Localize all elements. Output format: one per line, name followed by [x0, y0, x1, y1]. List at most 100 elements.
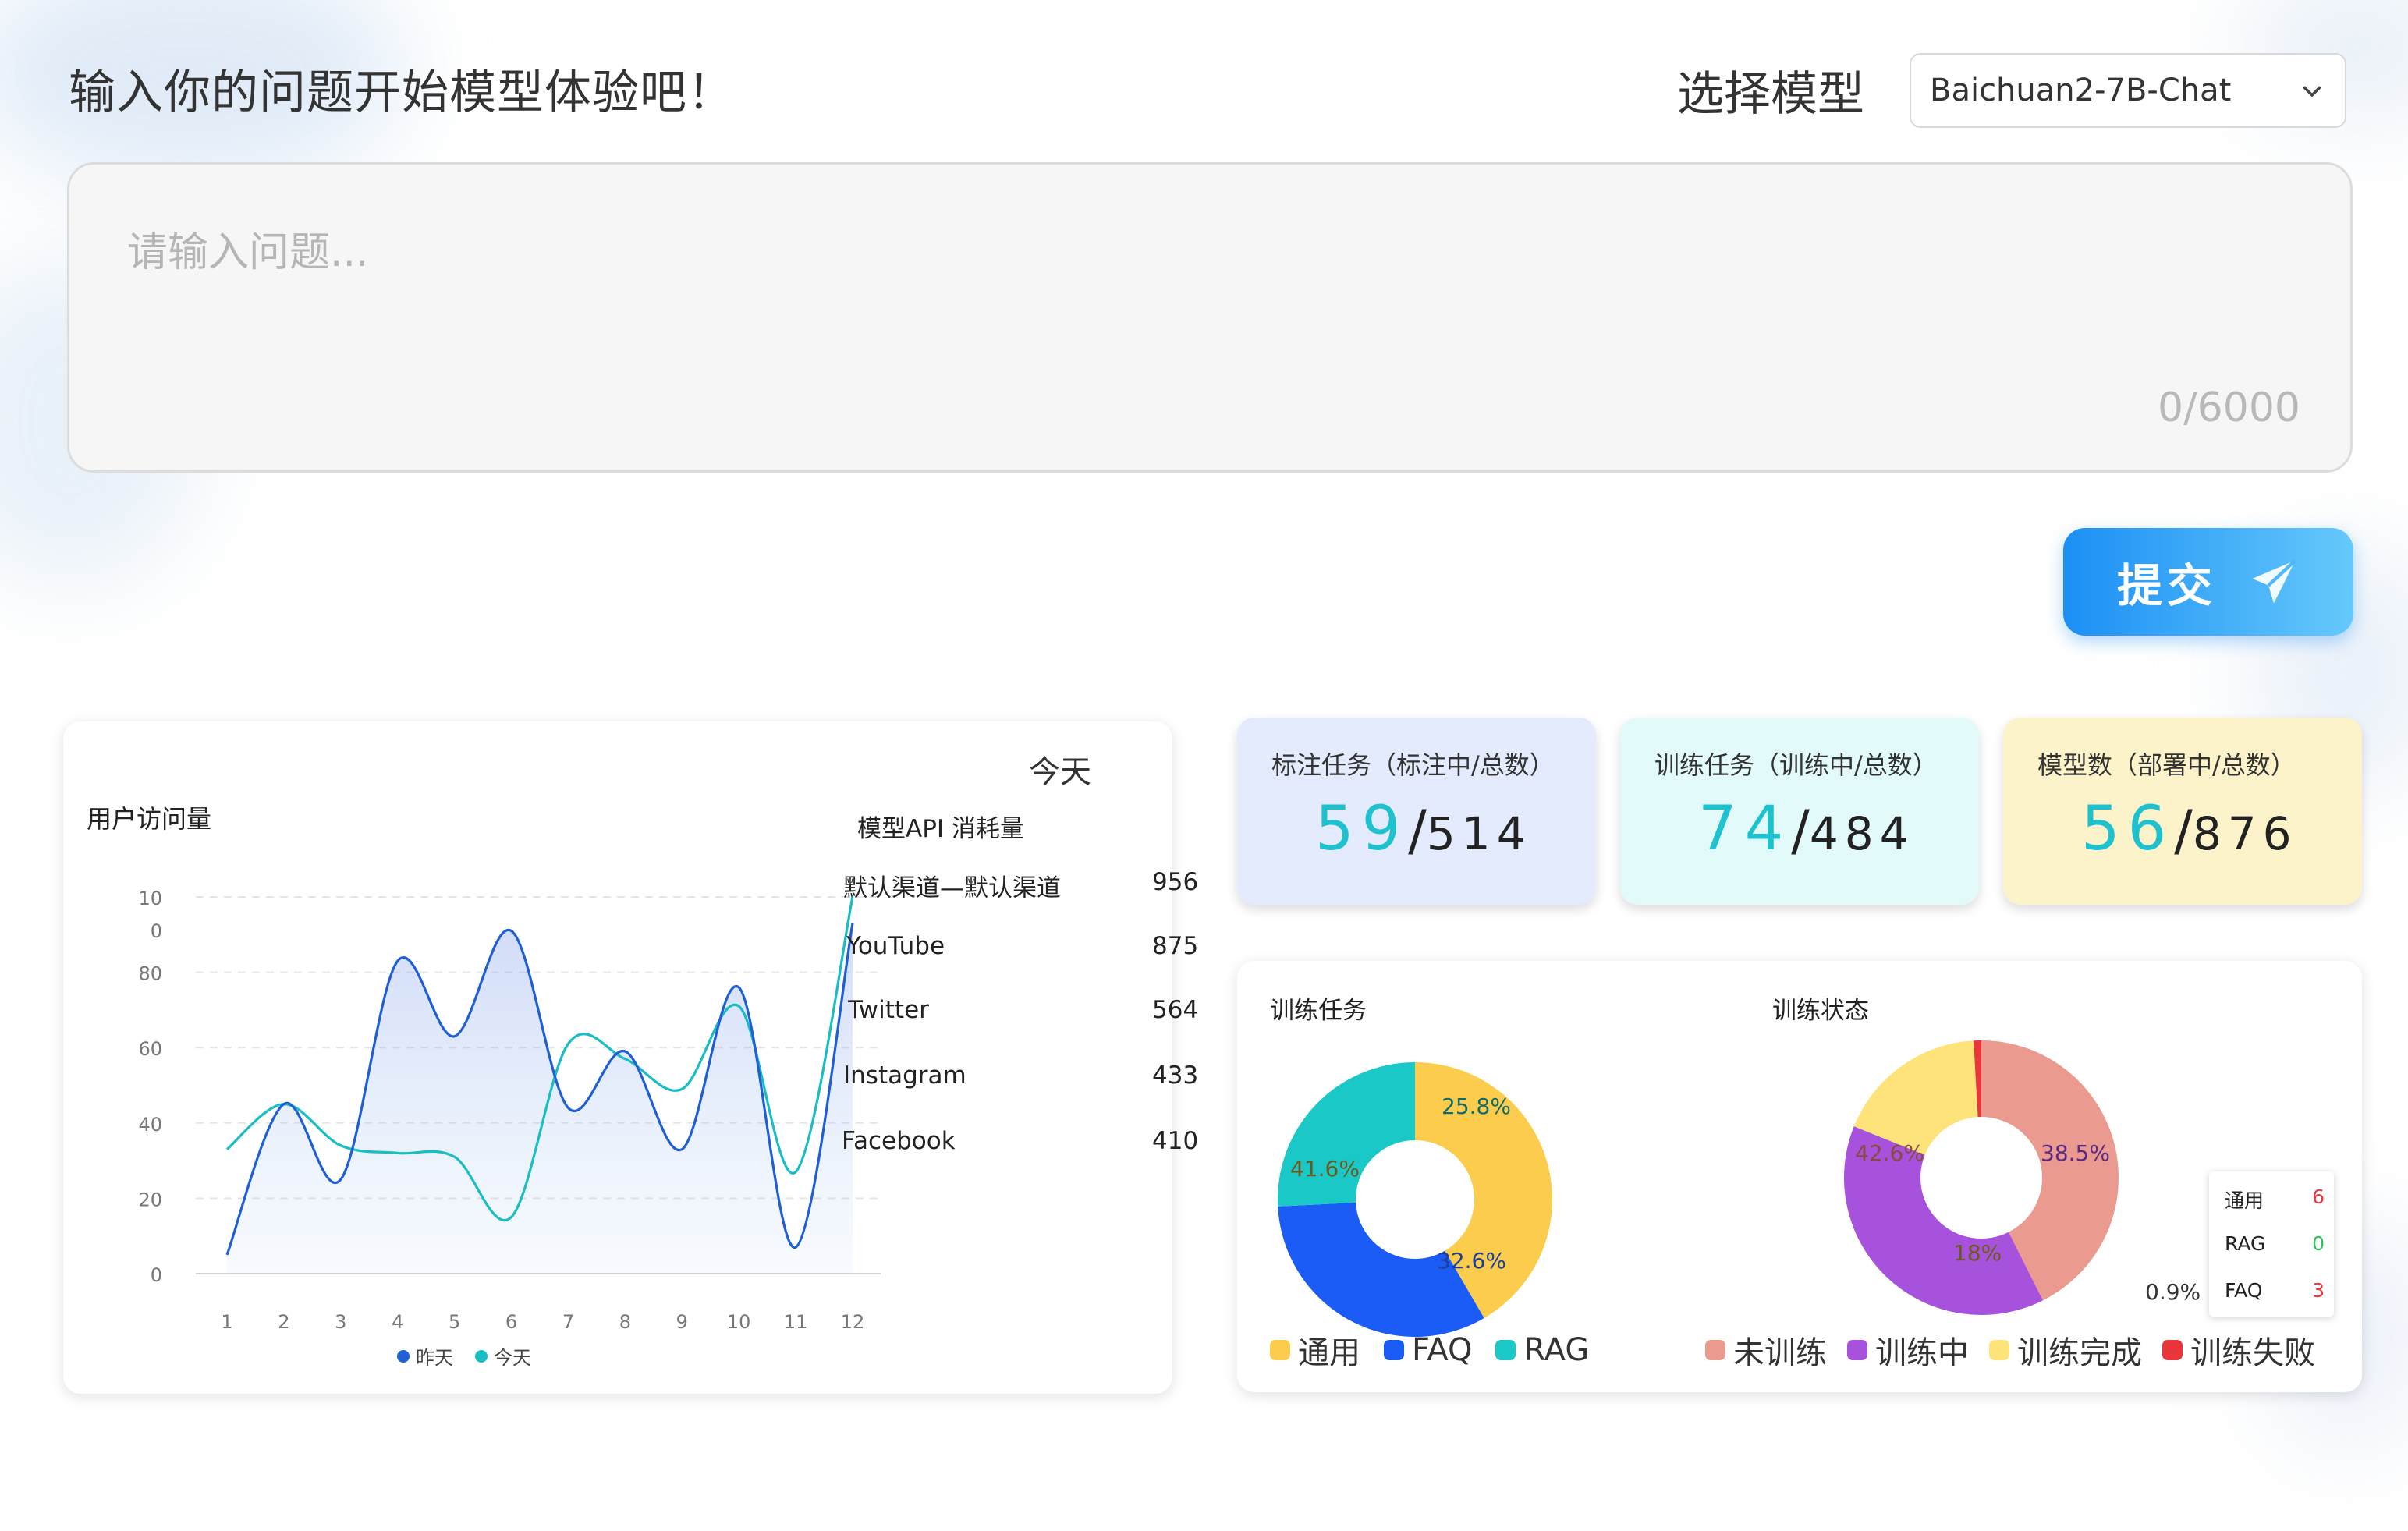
question-input[interactable]: [127, 219, 2233, 375]
tooltip-row-value: 0: [2312, 1232, 2325, 1255]
y-tick-label: 20: [138, 1189, 162, 1210]
legend-dot-today: [475, 1349, 488, 1363]
status-legend-label: 未训练: [1733, 1335, 1827, 1371]
api-row: Instagram 433: [843, 1061, 1198, 1090]
api-row-value: 956: [1152, 868, 1199, 896]
stat-current: 56: [2081, 794, 2175, 864]
api-row-name: YouTube: [846, 932, 945, 960]
task-legend: 通用 FAQ RAG: [1270, 1327, 1589, 1373]
legend-yesterday[interactable]: 昨天: [397, 1342, 453, 1370]
status-slice-label: 42.6%: [1855, 1140, 1924, 1166]
model-select[interactable]: Baichuan2-7B-Chat: [1910, 53, 2346, 128]
task-legend-item[interactable]: 通用: [1270, 1327, 1360, 1373]
task-legend-dot: [1270, 1340, 1290, 1360]
x-tick-label: 1: [221, 1311, 232, 1333]
visits-panel: 今天 用户访问量 0 20 40 60 80 10 0 1 2 3 4 5 6 7 8 9 10 11 12 昨天 …: [63, 721, 1198, 1394]
status-tooltip: 通用 6 RAG 0 FAQ 3: [2209, 1171, 2334, 1317]
api-row: Twitter 564: [848, 996, 1198, 1024]
status-legend-item[interactable]: 训练完成: [1989, 1327, 2142, 1373]
api-row-name: Instagram: [843, 1061, 966, 1090]
series-area-yesterday: [227, 923, 853, 1274]
x-tick-label: 8: [619, 1311, 631, 1333]
stat-label: 模型数（部署中/总数）: [2037, 750, 2296, 780]
api-row: 默认渠道—默认渠道 956: [843, 868, 1198, 903]
char-counter: 0/6000: [2158, 385, 2300, 431]
stat-label: 标注任务（标注中/总数）: [1271, 750, 1555, 780]
tooltip-row-name: FAQ: [2225, 1279, 2263, 1302]
stat-total: 514: [1426, 807, 1532, 860]
status-legend: 未训练 训练中 训练完成 训练失败: [1705, 1327, 2315, 1373]
api-row: Facebook 410: [842, 1127, 1198, 1155]
stat-label: 训练任务（训练中/总数）: [1654, 750, 1938, 780]
api-row-value: 875: [1152, 932, 1199, 960]
api-row-name: 默认渠道—默认渠道: [843, 874, 1061, 902]
status-slice-label: 18%: [1953, 1240, 2002, 1266]
status-legend-item[interactable]: 训练失败: [2162, 1327, 2315, 1373]
api-row-value: 433: [1152, 1061, 1199, 1090]
api-row: YouTube 875: [846, 932, 1198, 960]
tooltip-row: 通用 6: [2225, 1185, 2325, 1214]
task-legend-label: FAQ: [1412, 1332, 1473, 1368]
stat-card: 训练任务（训练中/总数） 74/484: [1620, 718, 1979, 905]
task-legend-label: RAG: [1523, 1332, 1590, 1368]
chart-legend: 昨天 今天: [397, 1342, 531, 1370]
status-slice-label: 0.9%: [2145, 1279, 2201, 1305]
y-tick-label: 10: [138, 888, 162, 909]
status-legend-label: 训练失败: [2190, 1335, 2315, 1371]
x-tick-label: 5: [449, 1311, 460, 1333]
tooltip-row: RAG 0: [2225, 1232, 2325, 1255]
x-tick-label: 11: [784, 1311, 808, 1333]
stat-slash: /: [2174, 799, 2193, 863]
tooltip-row-value: 3: [2312, 1279, 2325, 1302]
stat-card: 模型数（部署中/总数） 56/876: [2003, 718, 2362, 905]
legend-dot-yesterday: [397, 1349, 410, 1363]
stat-value: 59/514: [1315, 794, 1532, 864]
status-legend-item[interactable]: 未训练: [1705, 1327, 1827, 1373]
api-title: 模型API 消耗量: [857, 815, 1024, 843]
x-tick-label: 4: [392, 1311, 403, 1333]
task-legend-label: 通用: [1298, 1335, 1360, 1371]
y-tick-label: 0: [151, 1264, 162, 1286]
task-legend-dot: [1384, 1340, 1404, 1360]
x-tick-label: 3: [335, 1311, 346, 1333]
stat-current: 59: [1315, 794, 1409, 864]
task-legend-item[interactable]: FAQ: [1384, 1327, 1472, 1373]
legend-label-yesterday: 昨天: [416, 1347, 453, 1369]
x-tick-label: 10: [727, 1311, 751, 1333]
api-row-value: 410: [1152, 1127, 1199, 1155]
training-panel: 训练任务 训练状态 41.6% 32.6% 25.8% 42.6% 38.5% 18% 0…: [1237, 961, 2362, 1392]
model-select-label: 选择模型: [1677, 67, 1864, 122]
legend-label-today: 今天: [494, 1347, 531, 1369]
y-tick-label: 40: [138, 1114, 162, 1136]
y-tick-label: 80: [138, 963, 162, 985]
status-legend-label: 训练中: [1875, 1335, 1969, 1371]
stat-value: 74/484: [1698, 794, 1915, 864]
task-legend-dot: [1495, 1340, 1516, 1360]
api-row-value: 564: [1152, 996, 1199, 1024]
tooltip-row: FAQ 3: [2225, 1279, 2325, 1302]
task-legend-item[interactable]: RAG: [1495, 1327, 1589, 1373]
stat-slash: /: [1408, 799, 1427, 863]
stat-total: 876: [2192, 807, 2298, 860]
status-legend-dot: [1989, 1340, 2009, 1360]
legend-today[interactable]: 今天: [475, 1342, 531, 1370]
y-tick-label: 60: [138, 1038, 162, 1060]
api-row-name: Facebook: [842, 1127, 956, 1155]
stat-current: 74: [1698, 794, 1792, 864]
submit-label: 提交: [2116, 559, 2217, 612]
x-tick-label: 9: [676, 1311, 688, 1333]
tooltip-row-name: 通用: [2225, 1189, 2264, 1212]
stat-total: 484: [1809, 807, 1915, 860]
page-title: 输入你的问题开始模型体验吧！: [69, 66, 735, 120]
submit-button[interactable]: 提交: [2063, 528, 2353, 636]
x-tick-label: 6: [505, 1311, 517, 1333]
stat-value: 56/876: [2081, 794, 2298, 864]
question-input-box: 0/6000: [67, 162, 2353, 473]
x-tick-label: 7: [562, 1311, 574, 1333]
x-tick-label: 12: [841, 1311, 865, 1333]
status-legend-item[interactable]: 训练中: [1847, 1327, 1969, 1373]
chevron-down-icon: [2303, 86, 2321, 97]
x-tick-label: 2: [278, 1311, 289, 1333]
tooltip-row-value: 6: [2312, 1185, 2325, 1208]
api-row-name: Twitter: [848, 996, 929, 1024]
